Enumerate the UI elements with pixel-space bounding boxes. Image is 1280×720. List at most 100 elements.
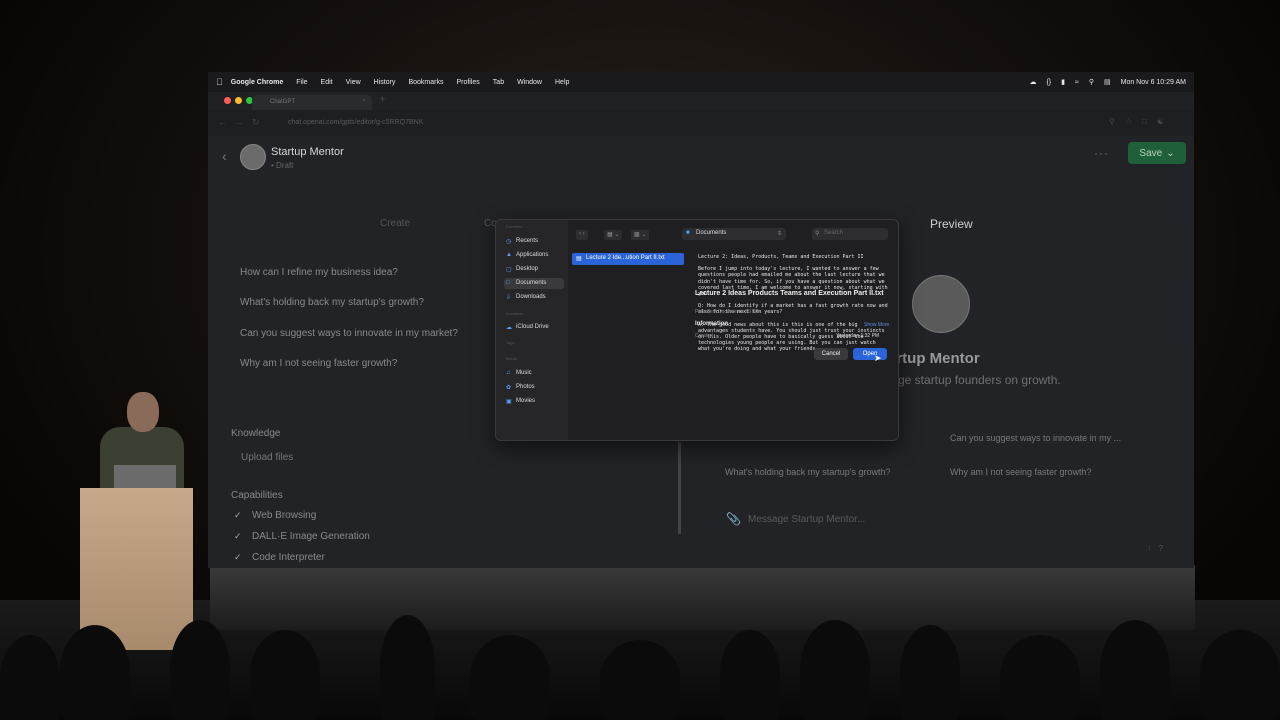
capability-label: DALL·E Image Generation xyxy=(252,531,370,542)
upload-files-button[interactable]: Upload files xyxy=(241,452,293,463)
show-more-link[interactable]: Show More xyxy=(864,322,889,328)
apple-icon[interactable]:  xyxy=(216,77,223,87)
download-icon: ⇩ xyxy=(506,295,512,301)
checkmark-icon[interactable]: ✓ xyxy=(234,531,246,542)
save-button-label: Save xyxy=(1139,147,1163,159)
back-chevron-icon[interactable]: ‹ xyxy=(222,148,227,164)
clock-icon: ◷ xyxy=(506,239,512,245)
view-columns-icon[interactable]: ▦ ⌄ xyxy=(604,230,623,240)
gpt-draft-status: • Draft xyxy=(271,161,294,170)
knowledge-label: Knowledge xyxy=(231,428,281,439)
help-icons[interactable]: ⁝? xyxy=(1148,544,1171,553)
sidebar-item-label: Movies xyxy=(516,398,536,404)
menu-profiles[interactable]: Profiles xyxy=(456,79,479,86)
spotlight-icon[interactable]: ⚲ xyxy=(1089,78,1094,86)
menu-edit[interactable]: Edit xyxy=(321,79,333,86)
capabilities-label: Capabilities xyxy=(231,490,283,501)
save-button[interactable]: Save ⌄ xyxy=(1128,142,1186,164)
preview-starter-chip[interactable]: Can you suggest ways to innovate in my .… xyxy=(950,433,1121,443)
menu-clock[interactable]: Mon Nov 6 10:29 AM xyxy=(1121,79,1186,86)
new-tab-icon[interactable]: + xyxy=(380,94,385,104)
chevron-down-icon: ⌄ xyxy=(1166,147,1175,159)
back-forward-icon[interactable]: ‹ › xyxy=(576,230,588,240)
panel-divider[interactable] xyxy=(678,442,681,534)
control-center-icon[interactable]: ▤ xyxy=(1104,78,1111,86)
cancel-button[interactable]: Cancel xyxy=(814,348,848,360)
address-bar[interactable]: chat.openai.com/gpts/editor/g-c5RRQ7BNK xyxy=(288,119,423,126)
sidebar-item-music[interactable]: ♫ Music xyxy=(504,368,564,379)
tab-create[interactable]: Create xyxy=(380,218,410,229)
minimize-window-icon[interactable] xyxy=(235,97,242,104)
capability-code-interpreter[interactable]: ✓ Code Interpreter xyxy=(234,552,325,563)
sidebar-item-label: iCloud Drive xyxy=(516,324,549,330)
window-controls xyxy=(224,97,253,104)
text-file-icon: ▤ xyxy=(576,256,582,262)
photos-icon: ✿ xyxy=(506,385,512,391)
menu-view[interactable]: View xyxy=(346,79,361,86)
browser-tab-title: ChatGPT xyxy=(270,99,296,105)
mouse-cursor-icon: ➤ xyxy=(874,353,882,363)
laptop xyxy=(114,465,176,489)
brackets-icon[interactable]: {} xyxy=(1046,79,1051,86)
menu-history[interactable]: History xyxy=(374,79,396,86)
sidebar-item-recents[interactable]: ◷ Recents xyxy=(504,236,564,247)
sidebar-item-downloads[interactable]: ⇩ Downloads xyxy=(504,292,564,303)
menu-file[interactable]: File xyxy=(296,79,307,86)
sidebar-item-desktop[interactable]: ▢ Desktop xyxy=(504,264,564,275)
capability-web-browsing[interactable]: ✓ Web Browsing xyxy=(234,510,316,521)
battery-icon[interactable]: ▮ xyxy=(1061,78,1065,86)
sidebar-item-icloud[interactable]: ☁ iCloud Drive xyxy=(504,322,564,333)
checkmark-icon[interactable]: ✓ xyxy=(234,552,246,563)
navigation-arrows-icon[interactable]: ←→↻ xyxy=(218,117,268,128)
preview-description: ge startup founders on growth. xyxy=(898,373,1061,387)
applications-icon: ▲ xyxy=(506,252,512,258)
dialog-search-field[interactable]: ⚲ Search xyxy=(812,228,888,240)
conversation-starter[interactable]: Why am I not seeing faster growth? xyxy=(240,358,397,369)
capability-dalle[interactable]: ✓ DALL·E Image Generation xyxy=(234,531,370,542)
cloud-icon[interactable]: ☁ xyxy=(1029,78,1036,86)
address-bar-row: ←→↻ chat.openai.com/gpts/editor/g-c5RRQ7… xyxy=(208,110,1194,136)
more-options-icon[interactable]: ··· xyxy=(1094,146,1109,160)
gpt-avatar xyxy=(240,144,266,170)
grid-view-icon[interactable]: ▩ ⌄ xyxy=(631,230,650,240)
projected-screen:  Google Chrome File Edit View History B… xyxy=(208,72,1194,568)
browser-tab[interactable]: ChatGPT × xyxy=(252,95,372,110)
file-list-item-selected[interactable]: ▤ Lecture 2 Ide...ution Part II.txt xyxy=(572,253,684,265)
close-tab-icon[interactable]: × xyxy=(362,98,366,104)
chevron-updown-icon: ⇕ xyxy=(776,231,782,237)
created-value: Yesterday, 1:32 PM xyxy=(836,333,880,339)
checkmark-icon[interactable]: ✓ xyxy=(234,510,246,521)
menu-app-name[interactable]: Google Chrome xyxy=(231,79,284,86)
close-window-icon[interactable] xyxy=(224,97,231,104)
conversation-starter[interactable]: How can I refine my business idea? xyxy=(240,267,398,278)
browser-toolbar-icons[interactable]: ⚲☆□☯ xyxy=(1109,117,1174,126)
paperclip-icon[interactable]: 📎 xyxy=(726,512,741,526)
desktop-icon: ▢ xyxy=(506,267,512,273)
preview-heading-text: Lecture 2: Ideas, Products, Teams and Ex… xyxy=(698,254,864,260)
menu-window[interactable]: Window xyxy=(517,79,542,86)
menu-bookmarks[interactable]: Bookmarks xyxy=(408,79,443,86)
sidebar-item-label: Downloads xyxy=(516,294,546,300)
sidebar-group-tags: Tags xyxy=(506,340,515,345)
sidebar-item-applications[interactable]: ▲ Applications xyxy=(504,250,564,261)
message-input[interactable] xyxy=(748,510,1148,528)
preview-starter-chip[interactable]: Why am I not seeing faster growth? xyxy=(950,467,1092,477)
sidebar-item-label: Applications xyxy=(516,252,549,258)
conversation-starter[interactable]: Can you suggest ways to innovate in my m… xyxy=(240,328,458,339)
location-dropdown[interactable]: ■ Documents ⇕ xyxy=(682,228,786,240)
preview-starter-chip[interactable]: What's holding back my startup's growth? xyxy=(725,467,891,477)
sidebar-item-movies[interactable]: ▣ Movies xyxy=(504,396,564,407)
sidebar-item-label: Recents xyxy=(516,238,539,244)
sidebar-item-photos[interactable]: ✿ Photos xyxy=(504,382,564,393)
sidebar-group-media: Media xyxy=(506,356,517,361)
menu-help[interactable]: Help xyxy=(555,79,569,86)
created-label: Created xyxy=(695,333,713,339)
folder-icon: ■ xyxy=(686,230,690,236)
search-icon: ⚲ xyxy=(815,231,820,237)
menu-tab[interactable]: Tab xyxy=(493,79,504,86)
sidebar-item-label: Photos xyxy=(516,384,535,390)
sidebar-item-documents[interactable]: □ Documents xyxy=(504,278,564,289)
conversation-starter[interactable]: What's holding back my startup's growth? xyxy=(240,297,424,308)
preview-file-name: Lecture 2 Ideas Products Teams and Execu… xyxy=(695,290,884,297)
wifi-icon[interactable]: ≈ xyxy=(1075,79,1079,86)
